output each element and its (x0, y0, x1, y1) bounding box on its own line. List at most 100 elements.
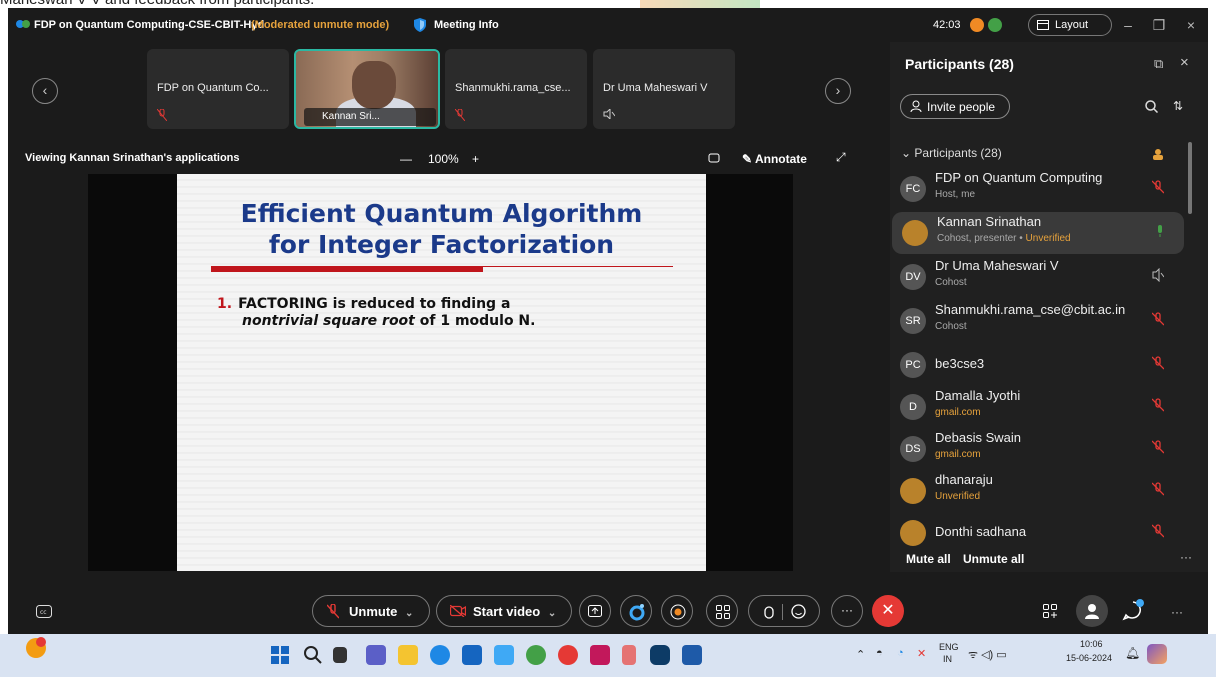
record-button[interactable] (661, 595, 693, 627)
zoom-in-button[interactable]: + (472, 152, 479, 166)
unmute-all-button[interactable]: Unmute all (963, 552, 1024, 566)
video-thumbnail[interactable]: FDP on Quantum Co... (147, 49, 289, 129)
meeting-info-button[interactable]: Meeting Info (434, 19, 499, 31)
mic-icon[interactable] (1154, 224, 1166, 238)
scrollbar[interactable] (1188, 142, 1192, 214)
annotate-button[interactable]: ✎ Annotate (742, 152, 807, 166)
participant-row[interactable]: Kannan Srinathan Cohost, presenter • Unve… (892, 212, 1184, 254)
restore-icon[interactable]: ❐ (1150, 16, 1168, 34)
minimize-icon[interactable]: – (1119, 16, 1137, 34)
video-thumbnail[interactable]: Shanmukhi.rama_cse... (445, 49, 587, 129)
captions-icon[interactable]: cc (36, 605, 52, 618)
participant-row[interactable]: PC be3cse3 (890, 344, 1190, 386)
video-thumbnail[interactable]: Dr Uma Maheswari V (593, 49, 735, 129)
layout-button[interactable]: Layout (1028, 14, 1112, 36)
participants-panel-button[interactable] (1076, 595, 1108, 627)
muted-mic-icon[interactable]: ✕ (917, 647, 926, 660)
participants-icon[interactable] (1043, 604, 1057, 618)
slide-title-line1: Efficient Quantum Algorithm (240, 199, 643, 228)
participant-row[interactable]: DS Debasis Swain gmail.com (890, 428, 1190, 470)
muted-mic-icon[interactable] (1152, 180, 1164, 194)
app-icon[interactable] (590, 645, 610, 665)
muted-mic-icon[interactable] (1152, 524, 1164, 538)
muted-mic-icon[interactable] (1152, 482, 1164, 496)
participant-row[interactable]: SR Shanmukhi.rama_cse@cbit.ac.in Cohost (890, 300, 1190, 342)
participant-row[interactable]: FC FDP on Quantum Computing Host, me (890, 168, 1190, 210)
share-button[interactable] (579, 595, 611, 627)
shield-icon[interactable] (412, 17, 428, 33)
participant-role: Unverified (935, 491, 980, 502)
word-icon[interactable] (682, 645, 702, 665)
close-icon[interactable]: × (1182, 16, 1200, 34)
muted-mic-icon[interactable] (1152, 398, 1164, 412)
wifi-icon[interactable]: ᯤ ◁) ▭ (968, 647, 1007, 662)
next-page-icon[interactable]: › (825, 78, 851, 104)
tray-app-icon[interactable]: ◓ (876, 647, 883, 659)
bullet-text: is reduced to finding a (332, 296, 511, 312)
raise-hand-icon[interactable] (763, 604, 775, 619)
windows-start-icon[interactable] (270, 645, 290, 665)
ai-assistant-button[interactable] (620, 595, 652, 627)
notification-bell-icon[interactable]: 🔔︎ (1125, 646, 1140, 660)
participant-row[interactable]: DV Dr Uma Maheswari V Cohost (890, 256, 1190, 298)
chat-icon (1122, 599, 1144, 621)
mute-all-button[interactable]: Mute all (906, 552, 951, 566)
language-indicator[interactable]: ENG (939, 642, 959, 652)
more-button[interactable]: ··· (831, 595, 863, 627)
app-icon[interactable] (494, 645, 514, 665)
comment-icon[interactable] (708, 153, 720, 165)
connection-status-icon (988, 18, 1002, 32)
popout-icon[interactable]: ⧉ (1154, 56, 1163, 72)
apps-button[interactable] (706, 595, 738, 627)
start-video-button[interactable]: Start video ⌄ (436, 595, 572, 627)
lock-icon[interactable] (1152, 148, 1164, 160)
reactions-icon[interactable] (791, 604, 806, 619)
store-icon[interactable] (462, 645, 482, 665)
unmute-button[interactable]: Unmute ⌄ (312, 595, 430, 627)
expand-icon[interactable]: ⤢ (836, 150, 846, 165)
recording-status-icon (970, 18, 984, 32)
search-icon[interactable] (303, 645, 323, 665)
leave-meeting-button[interactable]: ✕ (872, 595, 904, 627)
webex-icon[interactable] (650, 645, 670, 665)
participant-row[interactable]: D Damalla Jyothi gmail.com (890, 386, 1190, 428)
copilot-icon[interactable] (526, 645, 546, 665)
more-options-icon[interactable]: ··· (1180, 550, 1192, 564)
participant-role: Cohost (935, 321, 967, 332)
muted-mic-icon[interactable] (1152, 312, 1164, 326)
active-speaker-thumbnail[interactable]: Kannan Sri... (294, 49, 440, 129)
chrome-icon[interactable] (558, 645, 578, 665)
search-icon[interactable] (1145, 100, 1158, 113)
copilot-icon[interactable] (1147, 644, 1167, 664)
role-text: Cohost, presenter • (937, 233, 1026, 244)
close-panel-icon[interactable]: × (1180, 54, 1189, 71)
edge-icon[interactable] (430, 645, 450, 665)
muted-mic-icon[interactable] (1152, 440, 1164, 454)
chevron-up-icon[interactable]: ⌃ (856, 648, 865, 661)
more-options-icon[interactable]: ··· (1171, 605, 1183, 619)
chat-button[interactable] (1122, 599, 1146, 623)
teams-icon[interactable] (366, 645, 386, 665)
participants-section-header[interactable]: ⌄ Participants (28) (901, 146, 1002, 160)
invite-people-button[interactable]: Invite people (900, 94, 1010, 119)
sort-icon[interactable]: ⇅ (1173, 99, 1183, 113)
role-text: Cohost (935, 321, 967, 332)
tray-app-icon[interactable]: ◔ (897, 647, 904, 659)
participant-row[interactable]: Donthi sadhana (890, 512, 1190, 554)
task-view-icon[interactable] (333, 647, 347, 663)
webex-meeting-window: FDP on Quantum Computing-CSE-CBIT-Hyd (M… (8, 8, 1208, 634)
zoom-out-button[interactable]: — (400, 152, 412, 166)
previous-page-icon[interactable]: ‹ (32, 78, 58, 104)
avatar: PC (900, 352, 926, 378)
chevron-down-icon[interactable]: ⌄ (405, 608, 413, 619)
layout-label: Layout (1055, 19, 1089, 31)
clock-date[interactable]: 15-06-2024 (1066, 653, 1112, 663)
clock-time[interactable]: 10:06 (1080, 639, 1103, 649)
thumbnail-name: Dr Uma Maheswari V (603, 82, 708, 94)
app-icon[interactable] (622, 645, 636, 665)
chevron-down-icon[interactable]: ⌄ (548, 608, 556, 619)
file-explorer-icon[interactable] (398, 645, 418, 665)
speaker-muted-icon[interactable] (1152, 268, 1164, 282)
muted-mic-icon[interactable] (1152, 356, 1164, 370)
participant-row[interactable]: dhanaraju Unverified (890, 470, 1190, 512)
